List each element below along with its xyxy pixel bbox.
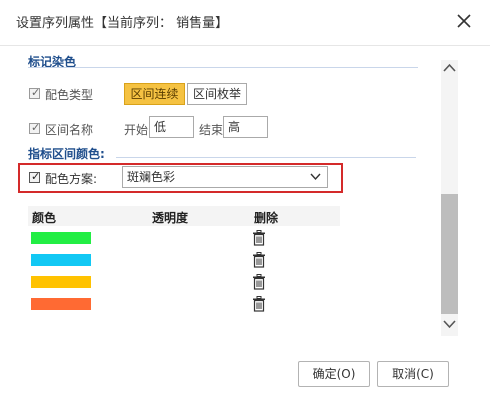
section-title-indicator-color: 指标区间颜色:	[28, 147, 105, 161]
range-enum-button[interactable]: 区间枚举	[187, 83, 247, 105]
color-type-checkbox[interactable]: ✓	[29, 87, 40, 99]
color-scheme-checkbox[interactable]: ✓	[29, 171, 40, 183]
scrollbar-thumb[interactable]	[441, 194, 458, 314]
close-icon[interactable]	[455, 12, 473, 30]
color-swatch[interactable]	[31, 298, 91, 310]
end-value-input[interactable]: 高	[223, 116, 268, 138]
chevron-down-icon	[310, 173, 321, 181]
color-swatch[interactable]	[31, 276, 91, 288]
ok-button[interactable]: 确定(O)	[298, 361, 370, 387]
color-swatch[interactable]	[31, 232, 91, 244]
dialog-title: 设置序列属性【当前序列： 销售量】	[16, 16, 229, 31]
range-continuous-button[interactable]: 区间连续	[124, 83, 185, 105]
title-divider	[0, 45, 490, 46]
end-label: 结束	[199, 123, 224, 137]
scroll-up-icon[interactable]	[443, 63, 456, 72]
color-swatch[interactable]	[31, 254, 91, 266]
col-header-delete: 删除	[254, 211, 279, 225]
section-divider	[28, 67, 418, 68]
trash-icon[interactable]	[252, 252, 266, 268]
col-header-color: 颜色	[32, 211, 57, 225]
col-header-opacity: 透明度	[152, 211, 189, 225]
start-label: 开始	[124, 123, 149, 137]
color-type-label: 配色类型	[45, 88, 94, 102]
cancel-button[interactable]: 取消(C)	[377, 361, 449, 387]
trash-icon[interactable]	[252, 296, 266, 312]
range-name-checkbox[interactable]: ✓	[29, 122, 40, 134]
scroll-down-icon[interactable]	[443, 320, 456, 329]
trash-icon[interactable]	[252, 274, 266, 290]
color-scheme-value: 斑斓色彩	[127, 170, 176, 184]
range-name-label: 区间名称	[45, 123, 94, 137]
section-divider	[116, 157, 416, 158]
color-scheme-select[interactable]: 斑斓色彩	[122, 166, 328, 188]
trash-icon[interactable]	[252, 230, 266, 246]
start-value-input[interactable]: 低	[149, 116, 194, 138]
color-scheme-label: 配色方案:	[45, 172, 98, 186]
